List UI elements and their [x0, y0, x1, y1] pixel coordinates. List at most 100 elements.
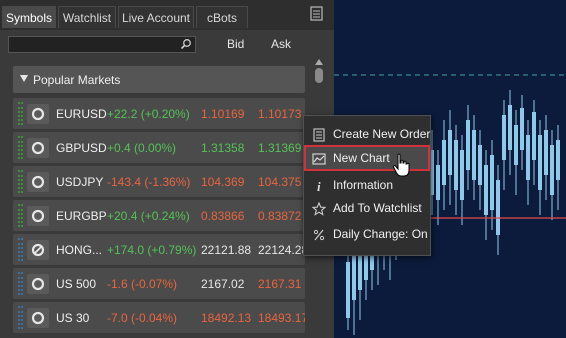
- candle-body: [520, 108, 524, 150]
- popular-markets-group[interactable]: Popular Markets: [13, 66, 305, 93]
- symbol-status-button[interactable]: [27, 274, 49, 294]
- daily-change: +22.2 (+0.20%): [107, 107, 190, 121]
- symbol-row[interactable]: USDJPY -143.4 (-1.36%) 104.369 104.375: [13, 166, 305, 197]
- bid-price: 104.369: [201, 175, 245, 189]
- drag-handle[interactable]: [18, 204, 23, 227]
- menu-item-add-to-watchlist[interactable]: Add To Watchlist: [304, 197, 432, 219]
- tab-live-account[interactable]: Live Account: [118, 6, 194, 28]
- circle-icon: [31, 209, 45, 223]
- candle-body: [556, 140, 560, 180]
- symbol-name: HONG...: [56, 243, 103, 257]
- daily-change: +0.4 (0.00%): [107, 141, 177, 155]
- daily-change: +20.4 (+0.24%): [107, 209, 190, 223]
- bid-price: 0.83866: [201, 209, 245, 223]
- symbol-status-button[interactable]: [27, 138, 49, 158]
- menu-item-create-new-order[interactable]: Create New Order: [304, 123, 432, 145]
- symbol-row[interactable]: US 30 -7.0 (-0.04%) 18492.13 18493.17: [13, 302, 305, 333]
- circle-icon: [31, 277, 45, 291]
- candle-body: [526, 135, 530, 180]
- ask-column-header: Ask: [271, 37, 292, 51]
- symbol-row[interactable]: HONG... +174.0 (+0.79%) 22121.88 22124.28: [13, 234, 305, 265]
- candle-body: [484, 165, 488, 215]
- percent-icon: [313, 229, 325, 241]
- candle-body: [544, 130, 548, 175]
- symbol-row[interactable]: GBPUSD +0.4 (0.00%) 1.31358 1.31369: [13, 132, 305, 163]
- daily-change: -143.4 (-1.36%): [107, 175, 191, 189]
- expand-arrow-icon[interactable]: [20, 75, 28, 82]
- candle-body: [550, 145, 554, 195]
- svg-text:i: i: [317, 179, 321, 193]
- scrollbar-thumb[interactable]: [315, 68, 323, 83]
- search-input[interactable]: [8, 36, 196, 53]
- drag-handle[interactable]: [18, 238, 23, 261]
- bid-price: 2167.02: [201, 277, 245, 291]
- bid-column-header: Bid: [227, 37, 245, 51]
- ask-price: 22124.28: [258, 243, 305, 257]
- ask-price: 2167.31: [258, 277, 302, 291]
- menu-item-information[interactable]: i Information: [304, 174, 432, 196]
- circle-icon: [31, 141, 45, 155]
- menu-item-daily-change[interactable]: Daily Change: On: [304, 223, 432, 245]
- symbol-status-button[interactable]: [27, 308, 49, 328]
- daily-change: -7.0 (-0.04%): [107, 311, 178, 325]
- symbol-name: EURUSD: [56, 107, 107, 121]
- drag-handle[interactable]: [18, 272, 23, 295]
- candle-body: [346, 262, 350, 318]
- symbol-name: GBPUSD: [56, 141, 107, 155]
- ask-price: 18493.17: [258, 311, 305, 325]
- symbol-name: USDJPY: [56, 175, 104, 189]
- symbol-status-button[interactable]: [27, 172, 49, 192]
- candle-body: [478, 145, 482, 185]
- candle-body: [454, 140, 458, 190]
- ask-price: 0.83872: [258, 209, 302, 223]
- tab-watchlist[interactable]: Watchlist: [58, 6, 116, 28]
- hand-cursor-icon: [392, 153, 410, 177]
- candle-body: [538, 135, 542, 190]
- symbol-status-button[interactable]: [27, 206, 49, 226]
- symbol-status-button[interactable]: [27, 240, 49, 260]
- symbol-name: EURGBP: [56, 209, 107, 223]
- candle-body: [460, 150, 464, 200]
- candle-body: [490, 155, 494, 210]
- menu-item-label: Create New Order: [333, 127, 431, 141]
- bid-price: 1.10169: [201, 107, 245, 121]
- search-icon[interactable]: [180, 38, 192, 50]
- panel-menu-icon[interactable]: [309, 6, 325, 22]
- symbol-status-button[interactable]: [27, 104, 49, 124]
- tab-cbots[interactable]: cBots: [196, 6, 248, 28]
- scroll-up-icon[interactable]: [315, 59, 323, 65]
- tab-bar: Symbols Watchlist Live Account cBots: [0, 0, 334, 30]
- symbol-name: US 500: [56, 277, 97, 291]
- drag-handle[interactable]: [18, 102, 23, 125]
- order-document-icon: [313, 128, 325, 142]
- star-icon: [312, 202, 326, 216]
- candle-body: [502, 115, 506, 160]
- candle-body: [436, 165, 440, 200]
- symbols-panel: Symbols Watchlist Live Account cBots Bid…: [0, 0, 334, 338]
- bid-price: 1.31358: [201, 141, 245, 155]
- candle-body: [352, 255, 356, 300]
- drag-handle[interactable]: [18, 136, 23, 159]
- menu-item-label: Add To Watchlist: [333, 201, 422, 215]
- bid-price: 22121.88: [201, 243, 252, 257]
- symbol-row[interactable]: EURGBP +20.4 (+0.24%) 0.83866 0.83872: [13, 200, 305, 231]
- candle-body: [532, 112, 536, 160]
- bid-price: 18492.13: [201, 311, 252, 325]
- chart-icon: [312, 153, 326, 165]
- tab-symbols[interactable]: Symbols: [2, 6, 56, 28]
- symbol-row[interactable]: EURUSD +22.2 (+0.20%) 1.10169 1.10173: [13, 98, 305, 129]
- candle-body: [496, 180, 500, 235]
- ask-price: 104.375: [258, 175, 302, 189]
- ask-price: 1.31369: [258, 141, 302, 155]
- drag-handle[interactable]: [18, 306, 23, 329]
- candle-body: [466, 120, 470, 170]
- symbol-row[interactable]: US 500 -1.6 (-0.07%) 2167.02 2167.31: [13, 268, 305, 299]
- candle-body: [472, 130, 476, 180]
- candle-body: [514, 125, 518, 165]
- circle-icon: [31, 107, 45, 121]
- info-icon: i: [317, 179, 321, 193]
- symbol-name: US 30: [56, 311, 90, 325]
- menu-item-label: Daily Change: On: [333, 227, 428, 241]
- candle-body: [442, 140, 446, 185]
- drag-handle[interactable]: [18, 170, 23, 193]
